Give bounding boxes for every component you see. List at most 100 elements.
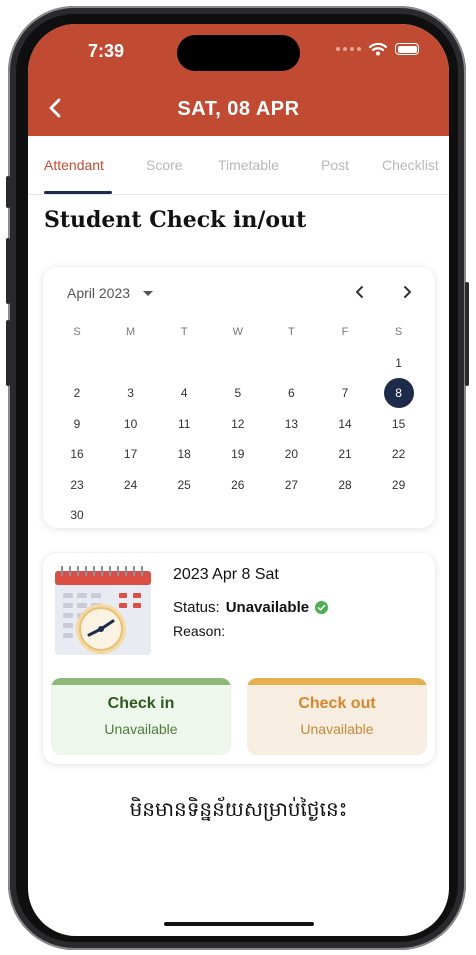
calendar-day[interactable]: 23 [51,470,103,500]
calendar-day-number: 9 [73,416,81,431]
calendar-day[interactable]: 19 [212,439,264,469]
calendar-day-number: 20 [284,447,299,461]
chevron-down-icon[interactable] [143,291,153,296]
calendar-day[interactable]: 9 [51,409,103,439]
check-in-title: Check in [107,695,175,712]
status-icons [336,42,419,56]
calendar-day-number: 29 [391,477,406,492]
calendar-day[interactable]: 18 [158,439,210,469]
weekday-label: F [341,326,349,338]
calendar-day[interactable]: 13 [265,409,317,439]
calendar-day[interactable]: 16 [51,439,103,469]
check-in-bar [51,678,231,685]
tab-score[interactable]: Score [146,157,183,173]
calendar-day-number: 8 [383,378,414,408]
volume-down-button [6,320,10,386]
calendar-day[interactable]: 12 [212,409,264,439]
calendar-day-number: 12 [231,416,245,431]
weekday-label: S [394,326,403,338]
calendar-day[interactable]: 6 [265,378,317,408]
weekday-label: M [126,326,136,338]
chevron-left-icon[interactable] [351,283,369,301]
calendar-day-number: 15 [391,416,406,431]
app-header: 7:39 SAT, 08 APR [28,24,449,136]
calendar-day-number: 22 [391,447,406,461]
calendar-day[interactable]: 5 [212,378,264,408]
calendar-day[interactable]: 7 [319,378,371,408]
calendar-day[interactable]: 2 [51,378,103,408]
app-screen: 7:39 SAT, 08 APR Attendant Score Timetab… [28,24,449,936]
calendar-day-number: 2 [73,386,81,400]
status-time: 7:39 [88,41,125,61]
calendar-day-number: 6 [288,386,295,400]
calendar-day-number: 21 [338,447,352,461]
calendar-day[interactable]: 30 [51,500,103,530]
calendar-day-number: 14 [338,416,352,431]
calendar-day-number: 17 [123,447,138,461]
calendar-day-selected[interactable]: 8 [373,378,425,408]
status-value: Unavailable [225,599,310,616]
tab-attendant[interactable]: Attendant [44,157,104,173]
calendar-day[interactable]: 10 [105,409,157,439]
calendar-day-number: 7 [341,386,349,400]
tab-checklist[interactable]: Checklist [382,157,439,173]
calendar-day[interactable]: 26 [212,470,264,500]
wifi-icon [369,42,387,56]
signal-icon [336,47,361,51]
calendar-day-number: 4 [180,386,188,400]
calendar-day-number: 28 [338,477,352,492]
calendar-day[interactable]: 15 [373,409,425,439]
volume-up-button [6,238,10,304]
check-out-value: Unavailable [300,721,374,737]
calendar-day[interactable]: 25 [158,470,210,500]
weekday-label: T [180,326,188,338]
status-label: Status: [173,599,220,616]
calendar-day-number: 30 [70,508,84,522]
calendar-day-number: 10 [123,416,138,431]
check-in-value: Unavailable [104,721,178,737]
month-selector[interactable]: April 2023 [67,285,130,301]
calendar-day-number: 26 [231,477,245,492]
calendar-day-number: 16 [70,447,84,461]
calendar-day[interactable]: 3 [105,378,157,408]
dynamic-island [177,35,300,71]
home-indicator[interactable] [164,922,314,926]
tab-post[interactable]: Post [321,157,349,173]
power-button [465,282,469,386]
calendar-day[interactable]: 28 [319,470,371,500]
weekday-label: T [288,326,295,338]
reason-label: Reason: [173,623,226,639]
check-out-title: Check out [298,695,376,712]
calendar-day[interactable]: 27 [265,470,317,500]
tab-timetable[interactable]: Timetable [218,157,279,173]
calendar-day[interactable]: 24 [105,470,157,500]
calendar-day[interactable]: 20 [265,439,317,469]
check-out-box[interactable]: Check out Unavailable [247,678,427,755]
calendar-day-number: 25 [177,477,191,492]
calendar-day[interactable]: 17 [105,439,157,469]
chevron-right-icon[interactable] [398,283,416,301]
status-card: 2023 Apr 8 Sat Status: Unavailable Reaso… [43,553,435,764]
weekday-label: S [73,326,81,338]
calendar-day-number: 24 [123,477,138,492]
calendar-day-number: 18 [177,447,191,461]
battery-icon [395,43,419,55]
active-tab-indicator [44,191,112,194]
calendar-day-number: 3 [127,386,134,400]
no-data-message: មិនមានទិន្នន័យសម្រាប់ថ្ងៃនេះ [129,799,348,821]
calendar-day[interactable]: 11 [158,409,210,439]
side-button [6,176,10,208]
calendar-day[interactable]: 4 [158,378,210,408]
calendar-day[interactable]: 21 [319,439,371,469]
selected-date: 2023 Apr 8 Sat [173,566,279,583]
header-title: SAT, 08 APR [177,98,300,120]
calendar-card: April 2023 S M T W T F S 1 2 3 4 5 6 7 8 9 10 11 12 13 14 15 1… [43,267,435,528]
calendar-day[interactable]: 14 [319,409,371,439]
calendar-day-number: 1 [395,355,402,370]
tab-bar: Attendant Score Timetable Post Checklist [28,136,449,195]
check-in-box[interactable]: Check in Unavailable [51,678,231,755]
calendar-day[interactable]: 22 [373,439,425,469]
status-line: Status: Unavailable [173,599,329,616]
calendar-day[interactable]: 1 [373,348,425,378]
calendar-day[interactable]: 29 [373,470,425,500]
